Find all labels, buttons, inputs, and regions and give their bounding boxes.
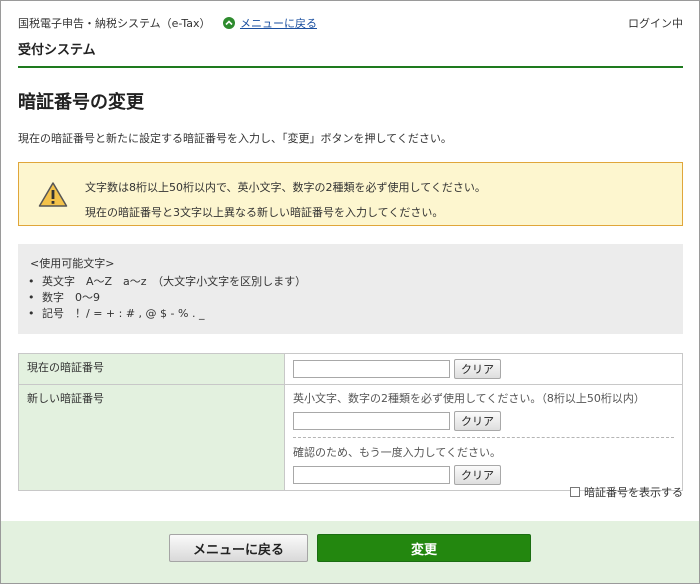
back-to-menu-button[interactable]: メニューに戻る — [169, 534, 308, 562]
list-item: • 数字 0～9 — [28, 290, 306, 306]
allowed-characters-box: <使用可能文字> • 英文字 A～Z a～z （大文字小文字を区別します） • … — [18, 244, 683, 334]
bullet-icon: • — [28, 291, 35, 304]
confirm-password-input[interactable] — [293, 466, 450, 484]
new-password-input[interactable] — [293, 412, 450, 430]
header: 国税電子申告・納税システム（e-Tax） メニューに戻る ログイン中 受付システ… — [18, 14, 683, 70]
clear-current-button[interactable]: クリア — [454, 359, 501, 379]
current-password-label: 現在の暗証番号 — [18, 353, 285, 385]
char-type-value: 0～9 — [75, 291, 100, 304]
bullet-icon: • — [28, 307, 35, 320]
confirm-password-hint: 確認のため、もう一度入力してください。 — [293, 446, 502, 459]
new-password-hint: 英小文字、数字の2種類を必ず使用してください。（8桁以上50桁以内） — [293, 392, 645, 405]
warning-line: 文字数は8桁以上50桁以内で、英小文字、数字の2種類を必ず使用してください。 — [85, 181, 486, 194]
system-name: 国税電子申告・納税システム（e-Tax） — [18, 17, 211, 30]
show-password-checkbox[interactable] — [570, 487, 580, 497]
show-password-label: 暗証番号を表示する — [584, 486, 683, 499]
allowed-characters-title: <使用可能文字> — [30, 257, 115, 270]
new-password-cell: 英小文字、数字の2種類を必ず使用してください。（8桁以上50桁以内） クリア 確… — [284, 384, 683, 491]
list-item: • 英文字 A～Z a～z （大文字小文字を区別します） — [28, 274, 306, 290]
password-form-table: 現在の暗証番号 クリア 新しい暗証番号 英小文字、数字の2種類を必ず使用してくだ… — [18, 353, 683, 491]
char-type-label: 数字 — [42, 291, 64, 304]
char-type-value: ！/ = + : # , @ $ - % . _ — [75, 307, 205, 320]
instruction-text: 現在の暗証番号と新たに設定する暗証番号を入力し、「変更」ボタンを押してください。 — [18, 132, 452, 145]
back-to-menu-link[interactable]: メニューに戻る — [240, 15, 317, 31]
login-status: ログイン中 — [628, 17, 683, 30]
subsystem-title: 受付システム — [18, 43, 96, 58]
char-type-value: A～Z a～z （大文字小文字を区別します） — [86, 275, 307, 288]
warning-box: 文字数は8桁以上50桁以内で、英小文字、数字の2種類を必ず使用してください。 現… — [18, 162, 683, 226]
warning-icon — [38, 181, 68, 211]
header-divider — [18, 66, 683, 68]
chevron-up-icon — [223, 17, 235, 29]
table-row: 現在の暗証番号 クリア — [18, 353, 683, 385]
warning-line: 現在の暗証番号と3文字以上異なる新しい暗証番号を入力してください。 — [85, 206, 444, 219]
clear-confirm-button[interactable]: クリア — [454, 465, 501, 485]
page-title: 暗証番号の変更 — [18, 92, 144, 113]
current-password-cell: クリア — [284, 353, 683, 385]
char-type-label: 記号 — [42, 307, 64, 320]
list-item: • 記号 ！/ = + : # , @ $ - % . _ — [28, 306, 306, 322]
table-row: 新しい暗証番号 英小文字、数字の2種類を必ず使用してください。（8桁以上50桁以… — [18, 384, 683, 491]
new-password-label: 新しい暗証番号 — [18, 384, 285, 491]
clear-new-button[interactable]: クリア — [454, 411, 501, 431]
divider — [293, 437, 674, 438]
char-type-label: 英文字 — [42, 275, 75, 288]
bullet-icon: • — [28, 275, 35, 288]
menu-link[interactable]: メニューに戻る — [223, 15, 317, 31]
current-password-input[interactable] — [293, 360, 450, 378]
show-password-toggle[interactable]: 暗証番号を表示する — [570, 484, 683, 500]
change-button[interactable]: 変更 — [317, 534, 531, 562]
